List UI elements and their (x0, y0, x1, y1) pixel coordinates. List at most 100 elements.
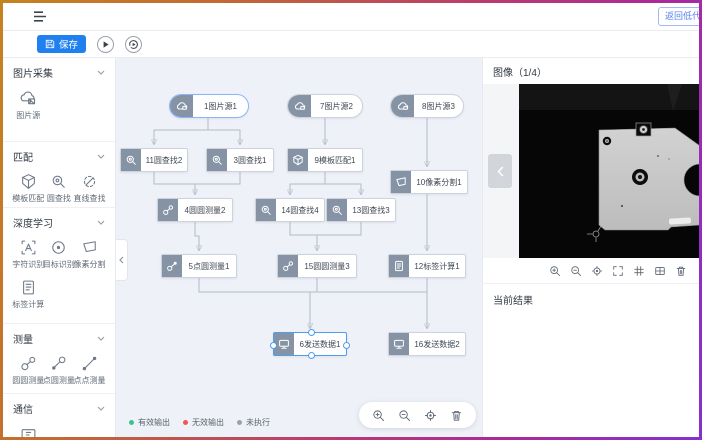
menu-icon[interactable] (33, 11, 47, 22)
circle-search-icon (327, 199, 347, 221)
node-circle-find-2[interactable]: 11圆查找2 (120, 148, 188, 172)
node-label: 1图片源1 (193, 95, 248, 117)
section-header[interactable]: 图片采集 (13, 65, 105, 80)
sidebar-collapse-handle[interactable] (116, 239, 128, 281)
zoom-in-icon[interactable] (372, 409, 385, 422)
play-icon (98, 37, 113, 52)
legend-valid: 有效输出 (129, 417, 170, 428)
return-lowcode-button[interactable]: 返回低代 (658, 7, 699, 26)
chevron-down-icon (97, 406, 105, 411)
screen-frame: 返回低代 保存 图片采集 图片源 (0, 0, 702, 440)
node-label: 16发送数据2 (409, 333, 465, 355)
status-legend: 有效输出 无效输出 未执行 (129, 417, 270, 428)
node-label: 5点圆测量1 (182, 255, 236, 277)
node-label: 6发送数据1 (294, 333, 346, 355)
send-data-icon (389, 333, 409, 355)
prev-image-button[interactable] (488, 154, 512, 188)
zoom-in-icon[interactable] (549, 265, 561, 277)
image-viewer (483, 84, 699, 258)
tool-object-detect[interactable]: 目标识别 (44, 239, 75, 270)
chevron-left-icon (497, 166, 504, 177)
green-dot (129, 420, 134, 425)
flow-canvas[interactable]: 1图片源1 7图片源2 8图片源3 11圆查找2 3圆查找1 9模板匹配1 (116, 58, 482, 437)
delete-icon[interactable] (450, 409, 463, 422)
ocr-icon (20, 239, 37, 256)
node-handle-left[interactable] (270, 342, 277, 349)
app-window: 返回低代 保存 图片采集 图片源 (3, 3, 699, 437)
inspection-image[interactable] (519, 84, 699, 258)
tool-point-circle-measure[interactable]: 点圆测量 (44, 355, 75, 386)
node-label: 10像素分割1 (411, 171, 467, 193)
point-circle-measure-icon (162, 255, 182, 277)
grid-icon[interactable] (633, 265, 645, 277)
section-header[interactable]: 测量 (13, 331, 105, 346)
node-image-source-2[interactable]: 7图片源2 (287, 94, 363, 118)
tool-image-source[interactable]: 图片源 (13, 89, 44, 121)
node-label: 9模板匹配1 (308, 149, 362, 171)
compare-icon[interactable] (654, 265, 666, 277)
node-circle-find-3[interactable]: 13圆查找3 (326, 198, 396, 222)
section-header[interactable]: 匹配 (13, 149, 105, 164)
node-label: 11圆查找2 (141, 149, 187, 171)
section-image-capture: 图片采集 图片源 (3, 58, 115, 142)
circle-search-icon (207, 149, 227, 171)
node-handle-bottom[interactable] (308, 352, 315, 359)
run-button[interactable] (97, 36, 114, 53)
save-button[interactable]: 保存 (37, 35, 86, 53)
circle-circle-icon (20, 355, 37, 372)
node-circle-circle-measure-3[interactable]: 15圆圆测量3 (277, 254, 357, 278)
node-handle-top[interactable] (308, 329, 315, 336)
node-label: 14圆查找4 (276, 199, 324, 221)
fit-screen-icon[interactable] (612, 265, 624, 277)
section-communication: 通信 (3, 394, 115, 437)
chevron-down-icon (97, 154, 105, 159)
node-image-source-3[interactable]: 8图片源3 (390, 94, 464, 118)
legend-not-run: 未执行 (237, 417, 270, 428)
chevron-down-icon (97, 336, 105, 341)
node-label-calc-1[interactable]: 12标签计算1 (388, 254, 466, 278)
point-circle-icon (50, 355, 67, 372)
node-label: 7图片源2 (311, 95, 362, 117)
play-loop-icon (126, 37, 141, 52)
target-icon (50, 239, 67, 256)
node-label: 15圆圆测量3 (298, 255, 356, 277)
zoom-out-icon[interactable] (398, 409, 411, 422)
tool-circle-find[interactable]: 圆查找 (44, 173, 75, 204)
node-circle-find-4[interactable]: 14圆查找4 (255, 198, 325, 222)
section-header[interactable]: 深度学习 (13, 215, 105, 230)
tool-pixel-segment[interactable]: 像素分割 (74, 239, 105, 270)
delete-icon[interactable] (675, 265, 687, 277)
circle-search-icon (50, 173, 67, 190)
chevron-left-icon (119, 256, 124, 264)
section-measure: 测量 圆圆测量 点圆测量 点点测量 (3, 324, 115, 394)
node-circle-circle-measure-2[interactable]: 4圆圆测量2 (157, 198, 233, 222)
zoom-out-icon[interactable] (570, 265, 582, 277)
node-handle-right[interactable] (343, 342, 350, 349)
red-dot (183, 420, 188, 425)
tool-circle-circle-measure[interactable]: 圆圆测量 (13, 355, 44, 386)
node-send-data-1[interactable]: 6发送数据1 (273, 332, 347, 356)
node-image-source-1[interactable]: 1图片源1 (169, 94, 249, 118)
label-calc-icon (389, 255, 409, 277)
tool-ocr[interactable]: 字符识别 (13, 239, 44, 270)
node-point-circle-measure-1[interactable]: 5点圆测量1 (161, 254, 237, 278)
node-label: 13圆查找3 (347, 199, 395, 221)
run-continuous-button[interactable] (125, 36, 142, 53)
locate-icon[interactable] (424, 409, 437, 422)
tool-label-calc[interactable]: 标签计算 (13, 279, 44, 310)
locate-icon[interactable] (591, 265, 603, 277)
tool-line-find[interactable]: 直线查找 (74, 173, 105, 204)
image-nav-strip (483, 84, 519, 258)
node-label: 8图片源3 (414, 95, 463, 117)
tool-send-data[interactable] (13, 425, 44, 437)
node-template-match-1[interactable]: 9模板匹配1 (287, 148, 363, 172)
node-send-data-2[interactable]: 16发送数据2 (388, 332, 466, 356)
node-pixel-segment-1[interactable]: 10像素分割1 (390, 170, 468, 194)
main-area: 图片采集 图片源 匹配 模板匹配 (3, 58, 699, 437)
node-circle-find-1[interactable]: 3圆查找1 (206, 148, 274, 172)
section-header[interactable]: 通信 (13, 401, 105, 416)
result-empty-area (483, 315, 699, 437)
tool-point-point-measure[interactable]: 点点测量 (74, 355, 105, 386)
node-label: 12标签计算1 (409, 255, 465, 277)
tool-template-match[interactable]: 模板匹配 (13, 173, 44, 204)
